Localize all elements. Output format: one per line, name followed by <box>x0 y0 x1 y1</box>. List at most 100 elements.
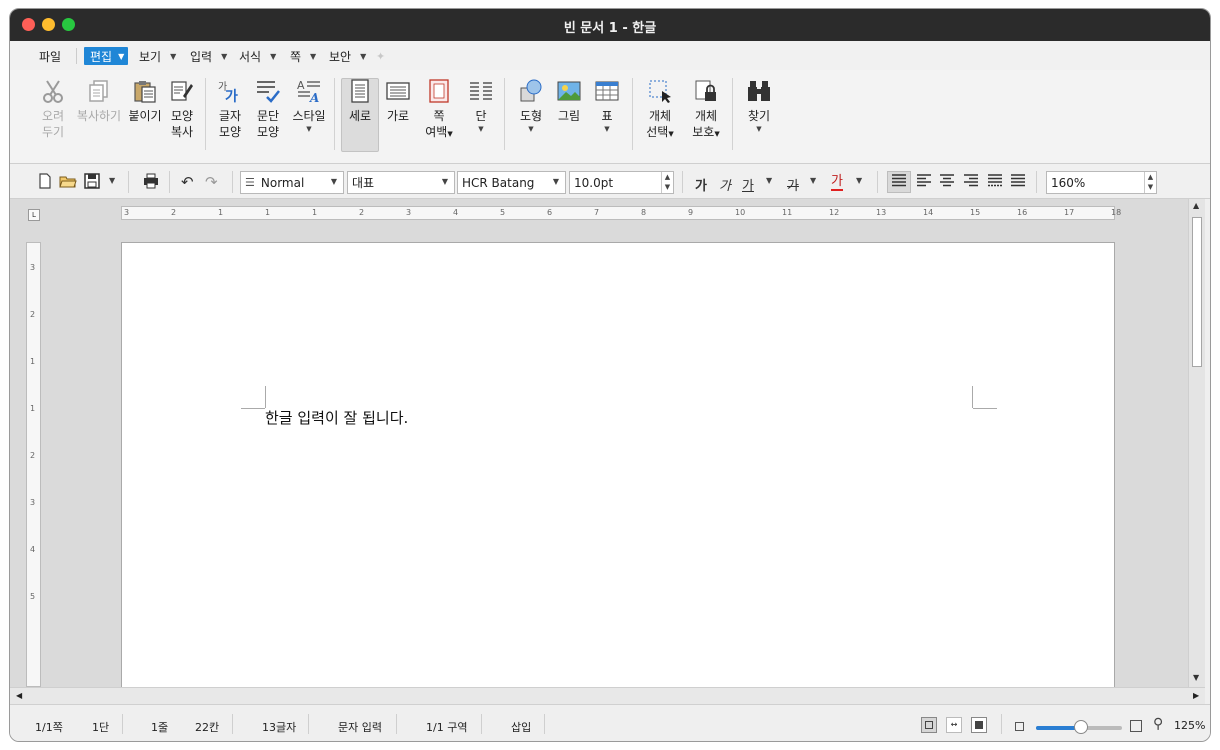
picture-button[interactable]: 그림 <box>554 78 584 124</box>
find-label: 찾기 <box>747 109 771 123</box>
vertical-ruler[interactable]: 3 2 1 1 2 3 4 5 <box>26 242 41 687</box>
crop-mark <box>972 386 973 408</box>
menu-format[interactable]: 서식 ▼ <box>239 47 276 65</box>
binoculars-icon <box>748 81 770 101</box>
menu-page[interactable]: 쪽 ▼ <box>290 47 316 65</box>
object-select-label-1: 개체 <box>648 109 672 123</box>
vertical-scroll-thumb[interactable] <box>1192 217 1202 367</box>
landscape-button[interactable]: 가로 <box>383 78 413 124</box>
zoom-in-icon[interactable] <box>1130 720 1142 732</box>
undo-icon[interactable]: ↶ <box>181 173 194 191</box>
chevron-down-icon[interactable]: ▼ <box>109 176 115 185</box>
redo-icon[interactable]: ↷ <box>205 173 218 191</box>
print-icon[interactable] <box>142 172 160 190</box>
style-label: 스타일 <box>292 109 326 123</box>
fit-width-icon: ↔ <box>950 720 958 729</box>
width-view-button[interactable]: ↔ <box>946 717 962 733</box>
strike-button[interactable]: 가 <box>787 175 799 194</box>
chevron-down-icon: ▼ <box>604 125 610 133</box>
font-size-field[interactable]: 10.0pt ▲ ▼ <box>569 171 674 194</box>
vertical-scrollbar[interactable]: ▲ ▼ <box>1188 199 1205 687</box>
format-copy-button[interactable]: 모양 복사 <box>167 78 197 140</box>
magnifier-icon[interactable]: ⚲ <box>1153 716 1163 732</box>
scroll-left-icon[interactable]: ◀ <box>16 691 22 700</box>
distribute-icon[interactable] <box>986 172 1004 190</box>
font-select[interactable]: HCR Batang ▼ <box>457 171 566 194</box>
align-center-icon[interactable] <box>938 172 956 190</box>
horizontal-ruler[interactable]: 3 2 1 1 1 2 3 4 5 6 7 8 9 10 11 12 13 14 15 16 17 18 <box>121 206 1121 220</box>
shapes-button[interactable]: 도형 ▼ <box>516 78 546 134</box>
open-folder-icon[interactable] <box>59 172 77 190</box>
menu-file[interactable]: 파일 <box>39 47 61 65</box>
table-button[interactable]: 표 ▼ <box>592 78 622 134</box>
zoom-out-icon[interactable] <box>1015 722 1024 731</box>
copy-label: 복사하기 <box>76 109 122 123</box>
clipboard-icon <box>134 81 156 103</box>
menu-edit[interactable]: 편집 ▼ <box>84 47 129 65</box>
italic-button[interactable]: 가 <box>719 175 731 194</box>
object-select-icon <box>649 80 671 103</box>
page-margin-button[interactable]: 쪽 여백▼ <box>424 78 454 142</box>
zoom-stepper[interactable]: ▲ ▼ <box>1144 172 1156 193</box>
document-page[interactable]: 한글 입력이 잘 됩니다. <box>121 242 1115 687</box>
document-text[interactable]: 한글 입력이 잘 됩니다. <box>265 407 408 428</box>
cut-button[interactable]: 오려 두기 <box>38 78 68 140</box>
align-right-icon[interactable] <box>962 172 980 190</box>
ruler-number: 16 <box>1017 208 1028 217</box>
document-area[interactable]: L 3 2 1 1 1 2 3 4 5 6 7 8 9 10 11 12 13 14 15 16 17 18 321123… <box>10 199 1188 687</box>
scroll-up-icon[interactable]: ▲ <box>1193 201 1199 210</box>
columns-button[interactable]: 단 ▼ <box>466 78 496 134</box>
paragraph-style-icon: ☰ <box>245 176 255 189</box>
zoom-slider-knob[interactable] <box>1073 720 1088 734</box>
font-size-stepper[interactable]: ▲ ▼ <box>661 172 673 193</box>
chevron-down-icon: ▼ <box>552 177 559 186</box>
object-protect-label-2: 보호▼ <box>692 125 720 139</box>
ruler-number: 9 <box>688 208 694 217</box>
font-color-button[interactable]: 가 <box>831 175 843 191</box>
ruler-number: 11 <box>782 208 793 217</box>
tab-type-button[interactable]: L <box>28 209 40 221</box>
menu-view[interactable]: 보기 ▼ <box>139 47 176 65</box>
page-view-button[interactable] <box>921 717 937 733</box>
align-justify-icon[interactable] <box>890 172 908 190</box>
para-shape-button[interactable]: 문단 모양 <box>253 78 283 140</box>
ruler-number: 7 <box>594 208 600 217</box>
underline-button[interactable]: 가 <box>742 175 754 194</box>
paste-button[interactable]: 붙이기 <box>125 78 165 124</box>
scroll-right-icon[interactable]: ▶ <box>1193 691 1199 700</box>
object-select-button[interactable]: 개체 선택▼ <box>644 78 676 142</box>
zoom-field[interactable]: 160% ▲ ▼ <box>1046 171 1157 194</box>
copy-button[interactable]: 복사하기 <box>74 78 124 124</box>
horizontal-scrollbar[interactable]: ◀ ▶ <box>10 687 1205 704</box>
new-document-icon[interactable] <box>36 172 54 190</box>
align-left-icon[interactable] <box>915 172 933 190</box>
style-select[interactable]: ☰ Normal ▼ <box>240 171 344 194</box>
ruler-number: 3 <box>124 208 130 217</box>
object-protect-button[interactable]: 개체 보호▼ <box>690 78 722 142</box>
char-shape-button[interactable]: 가가 글자 모양 <box>215 78 245 140</box>
chevron-down-icon[interactable]: ▼ <box>856 176 862 185</box>
find-button[interactable]: 찾기 ▼ <box>744 78 774 134</box>
menu-security[interactable]: 보안 ▼ <box>329 47 366 65</box>
chevron-down-icon: ▼ <box>170 51 177 61</box>
bold-button[interactable]: 가 <box>695 175 707 194</box>
ruler-number: 3 <box>30 263 36 272</box>
menu-insert[interactable]: 입력 ▼ <box>190 47 227 65</box>
scroll-down-icon[interactable]: ▼ <box>1193 673 1199 682</box>
split-distribute-icon[interactable] <box>1009 172 1027 190</box>
ruler-number: 13 <box>876 208 887 217</box>
portrait-button[interactable]: 세로 <box>345 78 375 124</box>
font-lang-select[interactable]: 대표 ▼ <box>347 171 455 194</box>
ribbon-separator <box>205 78 206 150</box>
status-section: 1/1 구역 <box>426 721 468 734</box>
chevron-down-icon: ▼ <box>441 177 448 186</box>
save-icon[interactable] <box>83 172 101 190</box>
chevron-down-icon[interactable]: ▼ <box>810 176 816 185</box>
chevron-down-icon[interactable]: ▼ <box>766 176 772 185</box>
status-insert[interactable]: 삽입 <box>511 719 531 735</box>
format-toolbar: ▼ ↶ ↷ ☰ Normal ▼ 대표 ▼ HCR Batang ▼ 10.0p… <box>10 164 1210 199</box>
style-button[interactable]: AA 스타일 ▼ <box>291 78 327 134</box>
ruler-number: 1 <box>265 208 271 217</box>
full-view-button[interactable] <box>971 717 987 733</box>
ruler-number: 6 <box>547 208 553 217</box>
